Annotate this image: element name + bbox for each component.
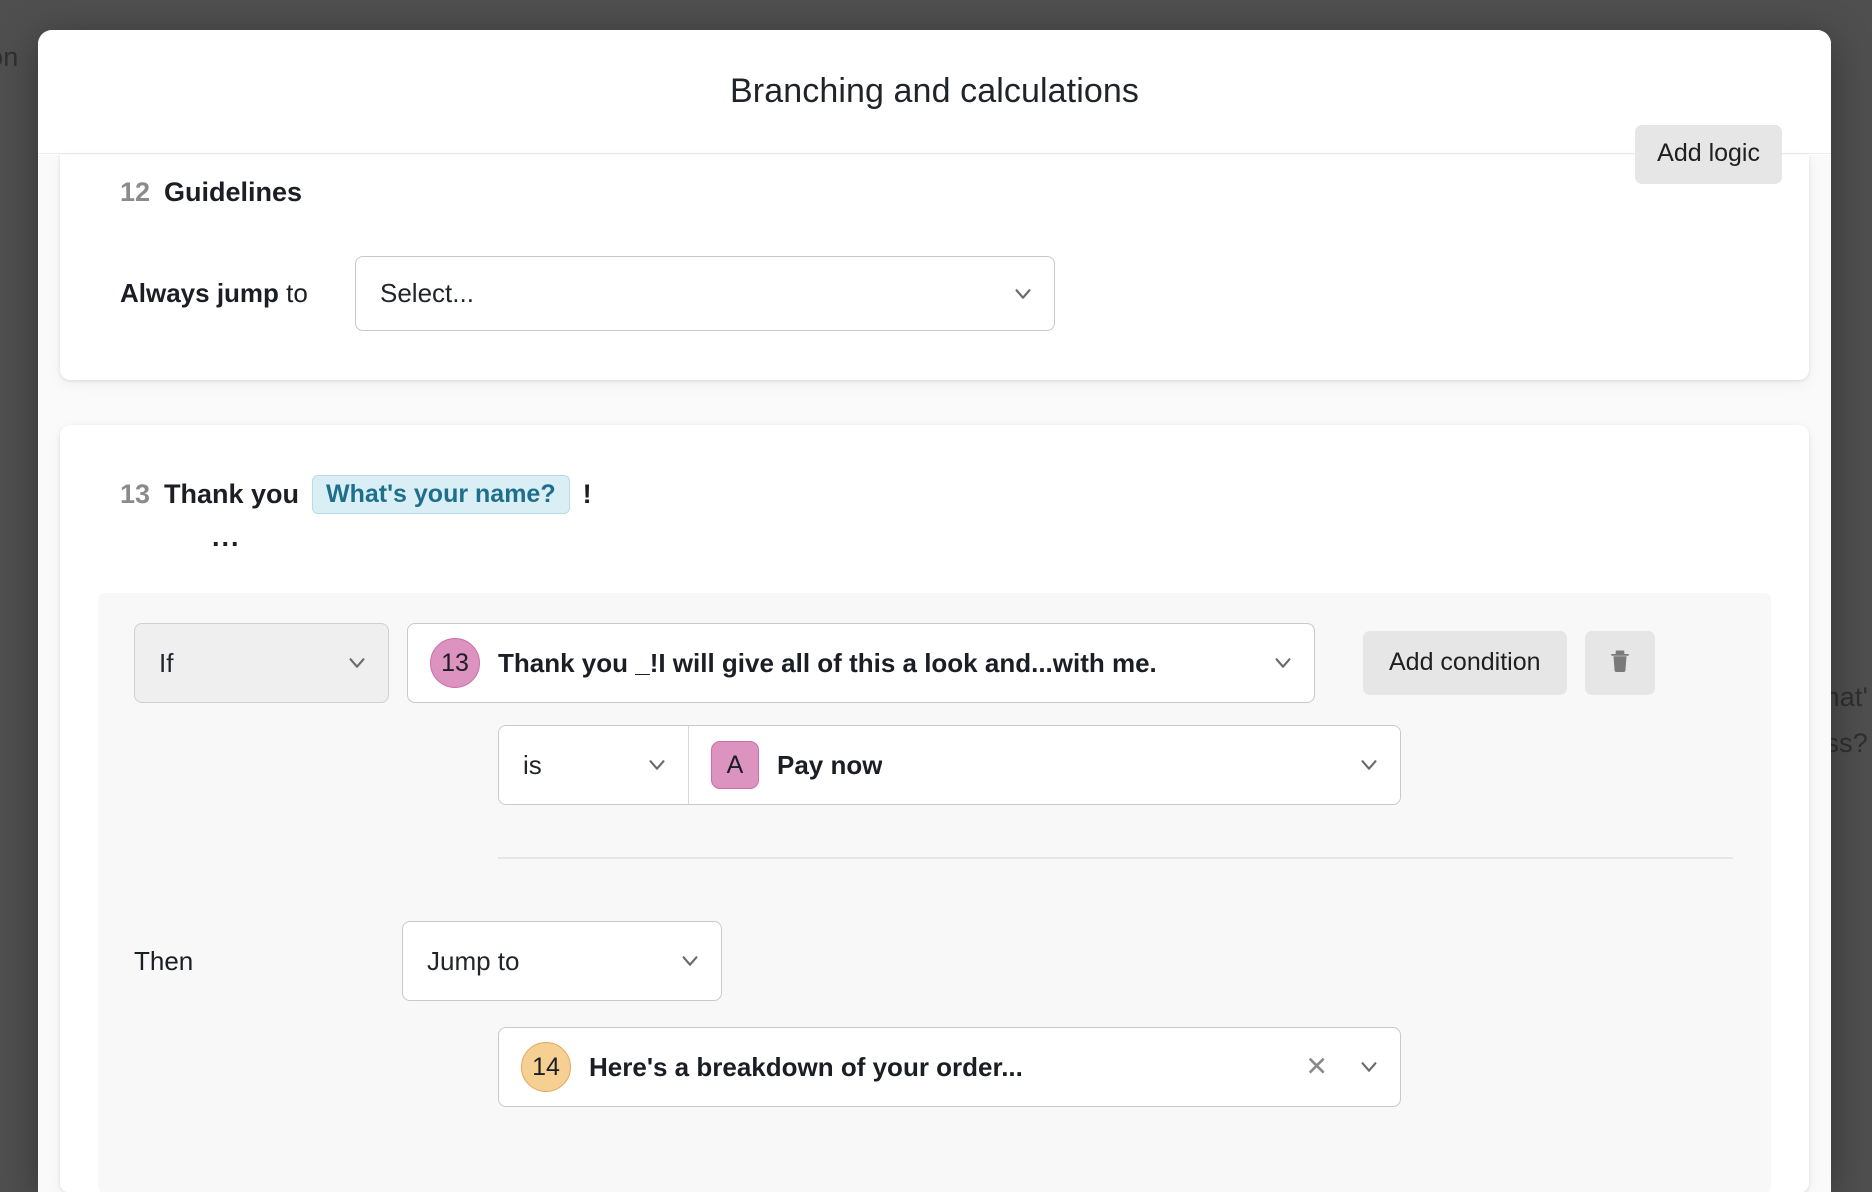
question-13-number: 13	[120, 479, 151, 510]
page-title: Branching and calculations	[730, 72, 1139, 110]
if-target-select[interactable]: 13 Thank you _!I will give all of this a…	[407, 623, 1315, 704]
delete-rule-button[interactable]	[1584, 631, 1655, 696]
add-logic-button[interactable]: Add logic	[1635, 125, 1782, 184]
chevron-down-icon	[1272, 652, 1294, 674]
add-condition-button[interactable]: Add condition	[1363, 631, 1567, 696]
question-13-title-suffix: !	[582, 479, 592, 510]
if-row: If 13 Thank you _!I will give all of thi…	[98, 623, 1771, 704]
modal-header: Branching and calculations	[38, 30, 1831, 154]
then-label: Then	[134, 945, 194, 976]
question-13-title-prefix: Thank you	[164, 479, 300, 510]
always-jump-select[interactable]: Select...	[355, 256, 1055, 331]
question-12-title: Guidelines	[164, 177, 303, 207]
always-jump-label-rest: to	[278, 278, 308, 308]
question-12-header: 12 Guidelines	[60, 177, 1809, 208]
chevron-down-icon	[679, 950, 701, 972]
then-target-select[interactable]: 14 Here's a breakdown of your order... ✕	[498, 1027, 1401, 1108]
if-operator-select[interactable]: If	[134, 623, 389, 704]
close-icon[interactable]: ✕	[1305, 1053, 1328, 1081]
question-badge-13: 13	[430, 638, 480, 689]
trash-icon	[1607, 645, 1633, 682]
question-badge-14: 14	[521, 1042, 571, 1093]
condition-row: is A Pay now	[98, 725, 1771, 806]
then-row: Then Jump to	[98, 921, 1771, 1002]
chevron-down-icon	[646, 754, 668, 776]
condition-value-text: Pay now	[777, 749, 883, 780]
background-text-right-1: hat'	[1824, 682, 1868, 712]
question-card-13: 13 Thank you What's your name? ! ... If	[60, 425, 1809, 1192]
choice-badge-a: A	[711, 741, 759, 790]
condition-value-select[interactable]: A Pay now	[689, 726, 1400, 805]
condition-group: is A Pay now	[498, 725, 1401, 806]
chevron-down-icon	[1358, 1056, 1380, 1078]
branching-modal: Branching and calculations Add logic 12 …	[38, 30, 1831, 1192]
question-13-header: 13 Thank you What's your name? !	[60, 475, 1809, 515]
chevron-down-icon	[1358, 754, 1380, 776]
question-13-title: Thank you What's your name? !	[164, 475, 592, 515]
condition-operator-value: is	[523, 749, 542, 780]
question-12-number: 12	[120, 177, 151, 207]
then-action-select[interactable]: Jump to	[402, 921, 722, 1002]
if-target-text: Thank you _!I will give all of this a lo…	[498, 647, 1157, 678]
if-operator-value: If	[159, 647, 174, 678]
then-target-row: 14 Here's a breakdown of your order... ✕	[98, 1027, 1771, 1108]
question-card-12: Add logic 12 Guidelines Always jump to S…	[60, 125, 1809, 380]
chevron-down-icon	[1012, 283, 1034, 305]
always-jump-row: Always jump to Select...	[60, 256, 1809, 331]
always-jump-select-value: Select...	[380, 278, 474, 308]
logic-divider	[498, 857, 1733, 860]
modal-body[interactable]: Add logic 12 Guidelines Always jump to S…	[38, 125, 1831, 1192]
question-13-reference-pill[interactable]: What's your name?	[312, 475, 570, 515]
then-target-text: Here's a breakdown of your order...	[589, 1051, 1023, 1082]
condition-operator-select[interactable]: is	[499, 726, 689, 805]
always-jump-label: Always jump to	[120, 278, 355, 309]
chevron-down-icon	[346, 652, 368, 674]
logic-rule-block: If 13 Thank you _!I will give all of thi…	[98, 593, 1771, 1192]
background-text-left: on	[0, 42, 19, 72]
always-jump-label-bold: Always jump	[120, 278, 279, 308]
then-action-value: Jump to	[427, 945, 520, 976]
question-13-truncation-ellipsis: ...	[212, 522, 241, 553]
